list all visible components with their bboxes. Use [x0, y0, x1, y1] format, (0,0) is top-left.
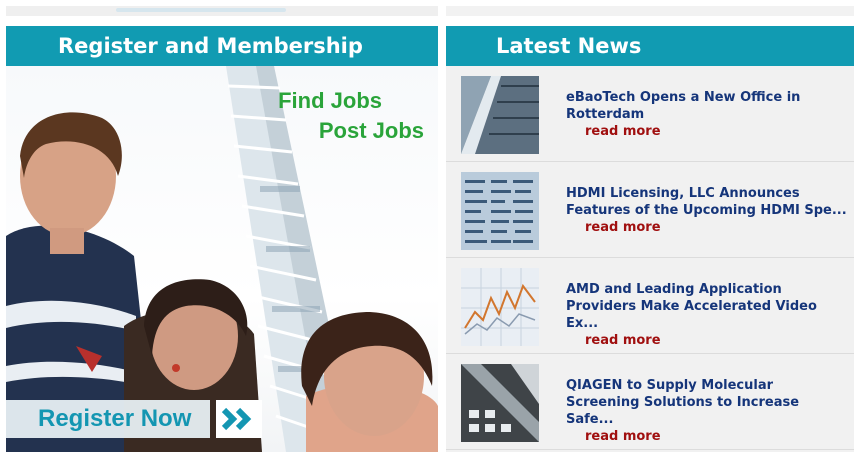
register-panel-header: Register and Membership: [6, 26, 438, 66]
read-more-link[interactable]: read more: [566, 219, 850, 236]
register-now-button[interactable]: Register Now: [6, 400, 210, 438]
latest-news-header: Latest News: [446, 26, 854, 66]
news-title[interactable]: HDMI Licensing, LLC Announces Features o…: [566, 185, 850, 236]
read-more-link[interactable]: read more: [566, 123, 850, 140]
register-banner[interactable]: Find Jobs Post Jobs Register Now: [6, 66, 438, 452]
news-title[interactable]: AMD and Leading Application Providers Ma…: [566, 281, 850, 349]
top-strip-right: [446, 6, 854, 16]
stock-table-thumbnail[interactable]: [461, 172, 539, 250]
building-thumbnail[interactable]: [461, 364, 539, 442]
skyscraper-thumbnail[interactable]: [461, 76, 539, 154]
news-item[interactable]: eBaoTech Opens a New Office in Rotterdam…: [446, 66, 854, 162]
read-more-link[interactable]: read more: [566, 428, 850, 445]
line-chart-thumbnail[interactable]: [461, 268, 539, 346]
news-item[interactable]: AMD and Leading Application Providers Ma…: [446, 258, 854, 354]
news-title[interactable]: eBaoTech Opens a New Office in Rotterdam…: [566, 89, 850, 140]
top-strip-left: [6, 6, 438, 16]
double-chevron-right-icon[interactable]: [216, 400, 262, 438]
news-list: eBaoTech Opens a New Office in Rotterdam…: [446, 66, 854, 452]
news-title[interactable]: QIAGEN to Supply Molecular Screening Sol…: [566, 377, 850, 445]
read-more-link[interactable]: read more: [566, 332, 850, 349]
students-photo: [6, 112, 438, 452]
news-item[interactable]: QIAGEN to Supply Molecular Screening Sol…: [446, 354, 854, 450]
news-item[interactable]: HDMI Licensing, LLC Announces Features o…: [446, 162, 854, 258]
